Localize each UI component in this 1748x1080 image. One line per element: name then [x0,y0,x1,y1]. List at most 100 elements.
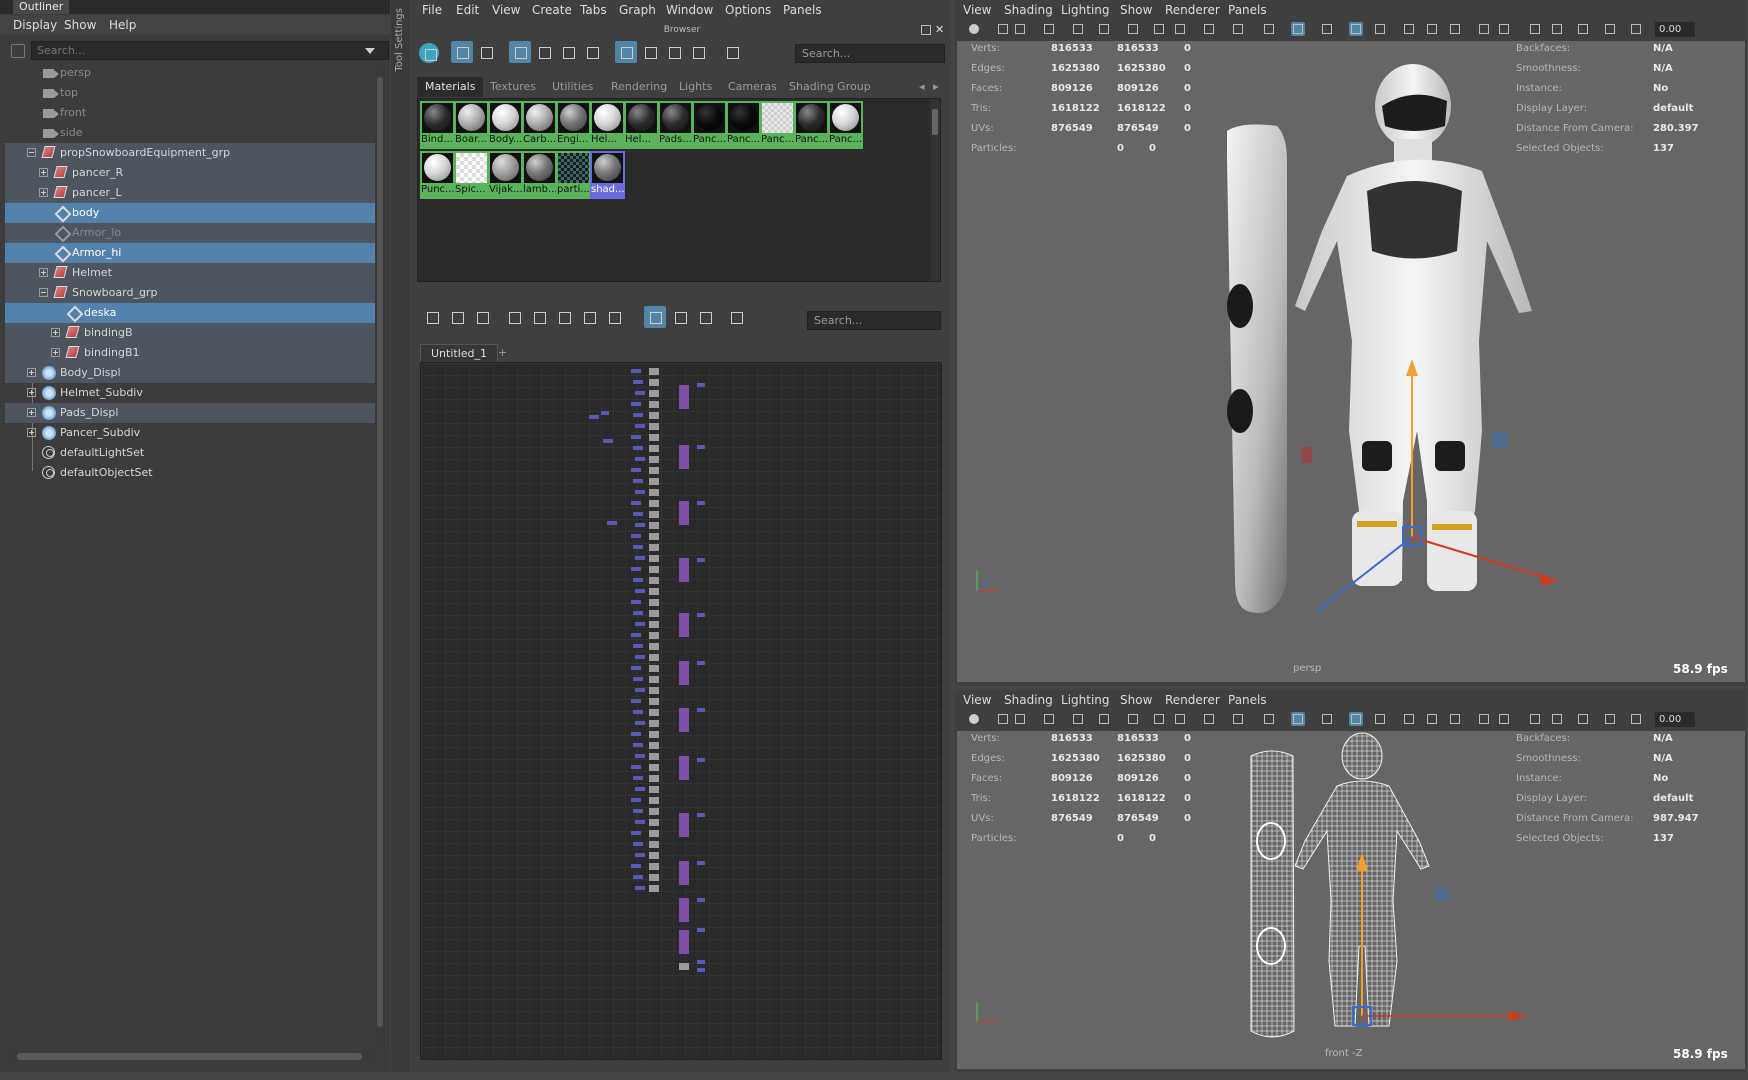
grid-icon[interactable] [1071,22,1085,36]
wireframe-icon[interactable] [1262,712,1276,726]
graph-node[interactable] [649,885,659,892]
graph-node[interactable] [697,661,705,665]
grid-toggle-icon[interactable] [644,306,666,328]
smooth-shade-icon[interactable] [1291,712,1305,726]
material-swatch[interactable]: lamb... [522,151,557,199]
graph-node[interactable] [631,501,641,505]
graph-node[interactable] [607,521,617,525]
menu-display[interactable]: Display [13,18,57,32]
material-swatch[interactable]: Bind... [420,101,455,149]
graph-node[interactable] [635,655,645,659]
graph-node[interactable] [649,720,659,727]
graph-node[interactable] [633,413,643,417]
backface-icon[interactable] [1603,22,1617,36]
menu-panels[interactable]: Panels [1228,3,1267,17]
film-gate-icon[interactable] [1097,712,1111,726]
add-tab-button[interactable]: + [492,344,513,364]
ao-icon[interactable] [1448,22,1462,36]
outliner-item-helmet[interactable]: Helmet [5,263,375,283]
scrollbar-thumb[interactable] [377,77,383,1027]
select-camera-icon[interactable] [967,22,981,36]
graph-node[interactable] [649,753,659,760]
scrollbar-thumb[interactable] [17,1053,362,1060]
graph-node[interactable] [649,731,659,738]
material-swatch[interactable]: Punc... [420,151,455,199]
tab-lights[interactable]: Lights [671,77,720,97]
collapse-toggle[interactable] [27,148,36,157]
motion-blur-icon[interactable] [1477,712,1491,726]
graph-node[interactable] [649,687,659,694]
collapse-toggle[interactable] [39,288,48,297]
material-swatch[interactable]: Panc... [794,101,829,149]
expand-toggle[interactable] [39,188,48,197]
graph-node[interactable] [649,786,659,793]
graph-node[interactable] [649,830,659,837]
graph-node[interactable] [633,479,643,483]
graph-node[interactable] [635,886,645,890]
safe-action-icon[interactable] [1202,712,1216,726]
graph-node[interactable] [649,665,659,672]
menu-show[interactable]: Show [1120,3,1152,17]
textured-icon[interactable] [1373,712,1387,726]
graph-node[interactable] [679,708,689,732]
isolate-icon[interactable] [1528,22,1542,36]
xray-joints-icon[interactable] [1550,22,1564,36]
expand-toggle[interactable] [27,368,36,377]
isolate-icon[interactable] [1528,712,1542,726]
material-swatch[interactable]: parti... [556,151,591,199]
graph-node[interactable] [649,577,659,584]
graph-node[interactable] [697,708,705,712]
tab-utilities[interactable]: Utilities [544,77,601,97]
menu-panels[interactable]: Panels [1228,693,1267,707]
xl-icons-icon[interactable] [581,41,603,63]
add-selected-icon[interactable] [528,306,550,328]
graph-node[interactable] [679,898,689,922]
scrollbar-thumb[interactable] [932,109,938,135]
graph-node[interactable] [649,874,659,881]
material-swatch[interactable]: Panc... [828,101,863,149]
graph-node[interactable] [649,698,659,705]
outliner-item-deska[interactable]: deska [5,303,375,323]
xray-icon[interactable] [1349,712,1363,726]
swatch-scrollbar[interactable] [930,99,940,281]
menu-shading[interactable]: Shading [1004,693,1053,707]
graph-node[interactable] [649,522,659,529]
sort-name-icon[interactable] [615,41,637,63]
outliner-search-input[interactable] [31,41,389,60]
swatch-view-icon[interactable] [451,41,473,63]
graph-node[interactable] [649,676,659,683]
xray-joints-icon[interactable] [1550,712,1564,726]
graph-node[interactable] [633,710,643,714]
outliner-item-propsnowboardequipment-grp[interactable]: propSnowboardEquipment_grp [5,143,375,163]
outliner-item-persp[interactable]: persp [5,63,375,83]
graph-node[interactable] [635,754,645,758]
graph-node[interactable] [631,798,641,802]
graph-node[interactable] [649,445,659,452]
toggle-on-icon[interactable] [419,43,439,63]
tool-settings-strip[interactable]: Tool Settings [391,0,410,1072]
graph-node[interactable] [697,861,705,865]
xray-active-icon[interactable] [1576,712,1590,726]
graph-node[interactable] [679,861,689,885]
expand-toggle[interactable] [27,408,36,417]
clear-graph-icon[interactable] [503,306,525,328]
material-swatch[interactable]: Body... [488,101,523,149]
menu-file[interactable]: File [422,3,442,17]
graph-input-output-icon[interactable] [446,306,468,328]
bookmark-icon[interactable] [1013,22,1027,36]
outliner-item-pancer-subdiv[interactable]: Pancer_Subdiv [5,423,375,443]
graph-node[interactable] [635,688,645,692]
graph-materials-icon[interactable] [721,41,743,63]
outliner-item-side[interactable]: side [5,123,375,143]
graph-node[interactable] [697,928,705,932]
aa-icon[interactable] [1497,712,1511,726]
graph-node[interactable] [649,423,659,430]
graph-node[interactable] [697,445,705,449]
graph-node[interactable] [633,611,643,615]
safe-title-icon[interactable] [1231,712,1245,726]
graph-node[interactable] [649,852,659,859]
outliner-item-pancer-r[interactable]: pancer_R [5,163,375,183]
graph-node[interactable] [635,622,645,626]
expand-toggle[interactable] [51,348,60,357]
safe-title-icon[interactable] [1231,22,1245,36]
